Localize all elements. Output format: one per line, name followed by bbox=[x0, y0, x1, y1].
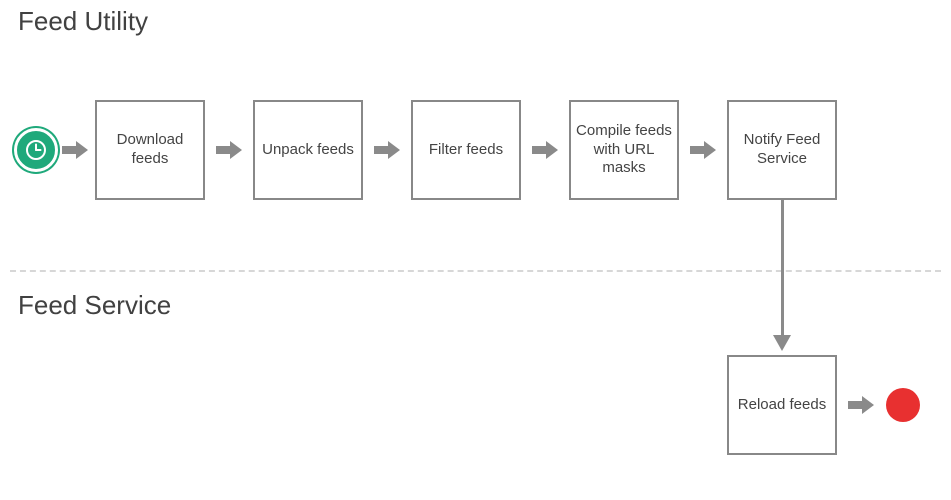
step-label: Reload feeds bbox=[738, 396, 826, 415]
arrow-right-icon bbox=[690, 141, 716, 159]
section-divider bbox=[10, 270, 941, 272]
end-dot-icon bbox=[886, 388, 920, 422]
arrow-down-icon bbox=[773, 335, 791, 356]
section-title-bottom: Feed Service bbox=[18, 290, 171, 321]
step-filter-feeds: Filter feeds bbox=[411, 100, 521, 200]
clock-icon bbox=[14, 128, 58, 172]
section-title-top: Feed Utility bbox=[18, 6, 148, 37]
arrow-right-icon bbox=[848, 396, 874, 414]
step-download-feeds: Download feeds bbox=[95, 100, 205, 200]
arrow-right-icon bbox=[374, 141, 400, 159]
arrow-right-icon bbox=[216, 141, 242, 159]
step-unpack-feeds: Unpack feeds bbox=[253, 100, 363, 200]
step-label: Notify Feed Service bbox=[733, 131, 831, 169]
step-label: Filter feeds bbox=[429, 141, 503, 160]
step-compile-feeds: Compile feeds with URL masks bbox=[569, 100, 679, 200]
step-label: Unpack feeds bbox=[262, 141, 354, 160]
arrow-right-icon bbox=[62, 141, 88, 159]
step-label: Compile feeds with URL masks bbox=[575, 122, 673, 178]
diagram-canvas: Feed Utility Feed Service Download feeds… bbox=[0, 0, 951, 500]
step-reload-feeds: Reload feeds bbox=[727, 355, 837, 455]
step-label: Download feeds bbox=[101, 131, 199, 169]
step-notify-feed-service: Notify Feed Service bbox=[727, 100, 837, 200]
arrow-down-line bbox=[781, 200, 784, 338]
arrow-right-icon bbox=[532, 141, 558, 159]
